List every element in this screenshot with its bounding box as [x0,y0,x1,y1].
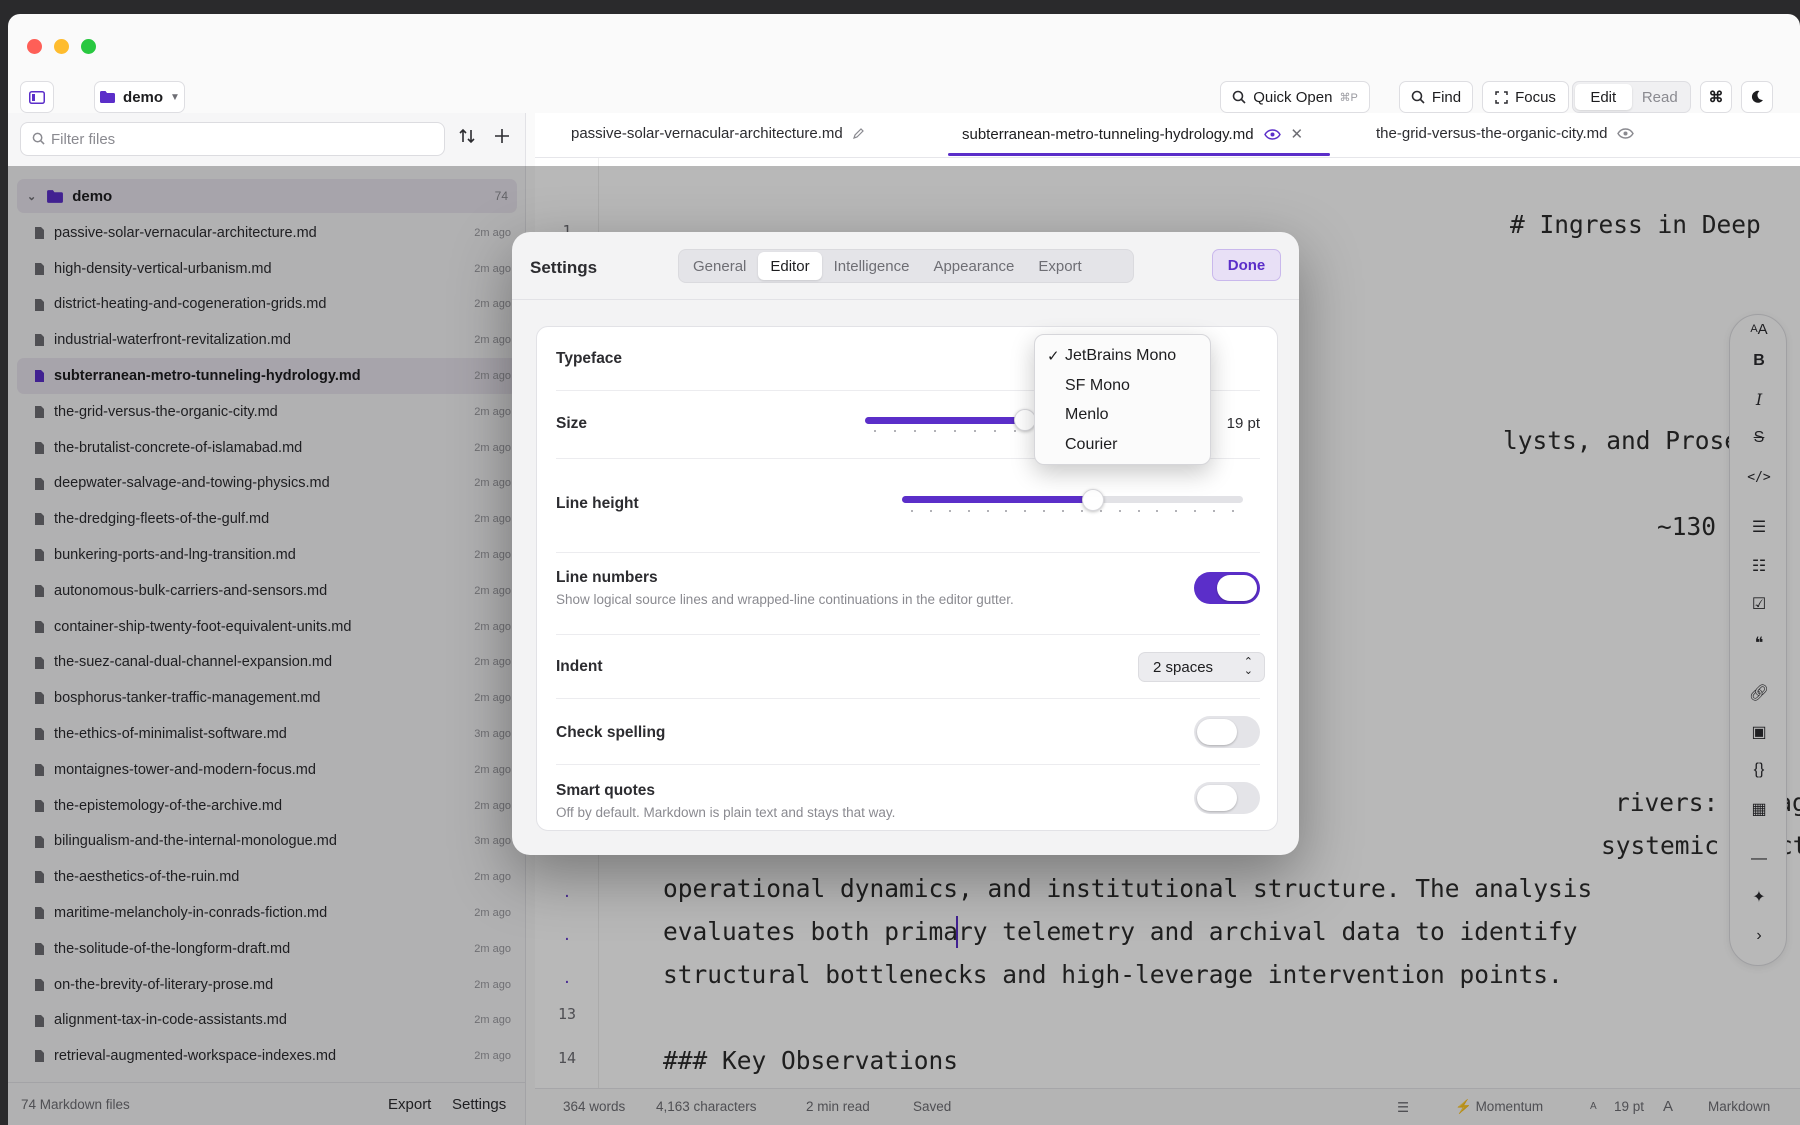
line-numbers-label: Line numbers [556,569,658,586]
checkmark-icon: ✓ [1047,348,1060,365]
indent-label: Indent [556,658,603,675]
quick-open-button[interactable]: Quick Open ⌘P [1220,81,1370,113]
indent-select[interactable]: 2 spaces ⌃ ⌄ [1138,652,1265,682]
settings-dialog: Settings General Editor Intelligence App… [512,232,1299,855]
line-numbers-toggle[interactable] [1194,572,1260,604]
done-button[interactable]: Done [1212,249,1281,281]
focus-label: Focus [1515,88,1556,106]
typeface-label: Typeface [556,350,623,367]
settings-tabs: General Editor Intelligence Appearance E… [678,249,1134,283]
typeface-option[interactable]: SF Mono [1065,377,1130,395]
line-height-slider[interactable] [902,496,1243,503]
new-file-icon[interactable] [494,128,510,144]
workspace-switcher[interactable]: demo ▼ [94,81,185,113]
size-slider-fill [865,417,1025,424]
moon-icon [1751,90,1763,103]
find-icon [1411,90,1425,104]
minimize-window-button[interactable] [54,39,69,54]
smart-quotes-toggle[interactable] [1194,782,1260,814]
line-height-label: Line height [556,495,639,512]
line-height-ticks [911,510,1234,512]
line-height-slider-knob[interactable] [1081,489,1104,511]
tab-grid-versus-organic[interactable]: the-grid-versus-the-organic-city.md [1376,125,1635,142]
line-height-row: Line height [556,459,1260,553]
tab-bar: passive-solar-vernacular-architecture.md… [535,113,1800,158]
pencil-icon [852,128,864,139]
line-numbers-row: Line numbers Show logical source lines a… [556,553,1260,635]
typeface-dropdown-menu: ✓ JetBrains Mono SF Mono Menlo Courier [1034,334,1211,465]
quick-open-label: Quick Open [1253,88,1333,106]
typeface-option[interactable]: JetBrains Mono [1065,347,1176,365]
smart-quotes-desc: Off by default. Markdown is plain text a… [556,805,896,820]
active-tab-indicator [948,153,1330,156]
smart-quotes-row: Smart quotes Off by default. Markdown is… [556,765,1260,831]
workspace-name: demo [123,88,164,106]
line-numbers-desc: Show logical source lines and wrapped-li… [556,592,1014,607]
typeface-option[interactable]: Courier [1065,436,1117,454]
sidebar-icon [29,90,45,104]
smart-quotes-label: Smart quotes [556,782,656,799]
typeface-option[interactable]: Menlo [1065,406,1109,424]
folder-icon [100,91,116,103]
check-spelling-toggle[interactable] [1194,716,1260,748]
toggle-sidebar-button[interactable] [20,81,54,113]
tab-label: passive-solar-vernacular-architecture.md [571,125,843,142]
tab-subterranean-metro[interactable]: subterranean-metro-tunneling-hydrology.m… [962,125,1304,144]
zoom-window-button[interactable] [81,39,96,54]
find-button[interactable]: Find [1399,81,1473,113]
window-controls [27,39,96,54]
tab-intelligence[interactable]: Intelligence [822,252,922,280]
tab-general[interactable]: General [681,252,758,280]
focus-button[interactable]: Focus [1482,81,1569,113]
search-icon [32,132,45,145]
settings-header: Settings General Editor Intelligence App… [512,232,1299,300]
tab-passive-solar[interactable]: passive-solar-vernacular-architecture.md [571,125,864,142]
dark-mode-button[interactable] [1741,81,1773,113]
indent-row: Indent 2 spaces ⌃ ⌄ [556,635,1265,699]
size-label: Size [556,415,588,432]
size-value: 19 pt [1226,415,1260,432]
tab-editor[interactable]: Editor [758,252,822,280]
filter-input[interactable]: Filter files [20,122,445,156]
sort-icon[interactable] [457,126,477,146]
chevron-down-icon: ▼ [170,91,180,103]
check-spelling-label: Check spelling [556,724,666,741]
edit-mode-button[interactable]: Edit [1575,84,1632,110]
updown-chevron-icon: ⌃ ⌄ [1243,656,1253,677]
edit-read-toggle: Edit Read [1572,81,1691,113]
command-button[interactable]: ⌘ [1700,81,1732,113]
settings-title: Settings [530,258,598,277]
read-mode-button[interactable]: Read [1632,84,1689,110]
find-label: Find [1431,88,1462,106]
eye-icon [1263,128,1281,140]
tab-appearance[interactable]: Appearance [921,252,1026,280]
tab-label: subterranean-metro-tunneling-hydrology.m… [962,125,1254,143]
search-icon [1232,90,1246,104]
check-spelling-row: Check spelling [556,699,1260,765]
eye-icon [1617,128,1635,139]
tab-label: the-grid-versus-the-organic-city.md [1376,125,1608,142]
close-tab-icon[interactable]: ✕ [1291,125,1304,143]
size-slider-knob[interactable] [1013,409,1036,431]
quick-open-shortcut: ⌘P [1339,91,1358,104]
filter-placeholder: Filter files [51,130,116,148]
line-height-slider-fill [902,496,1093,503]
focus-icon [1495,90,1508,104]
tab-export[interactable]: Export [1026,252,1093,280]
command-icon: ⌘ [1708,89,1724,106]
close-window-button[interactable] [27,39,42,54]
indent-value: 2 spaces [1153,658,1214,676]
